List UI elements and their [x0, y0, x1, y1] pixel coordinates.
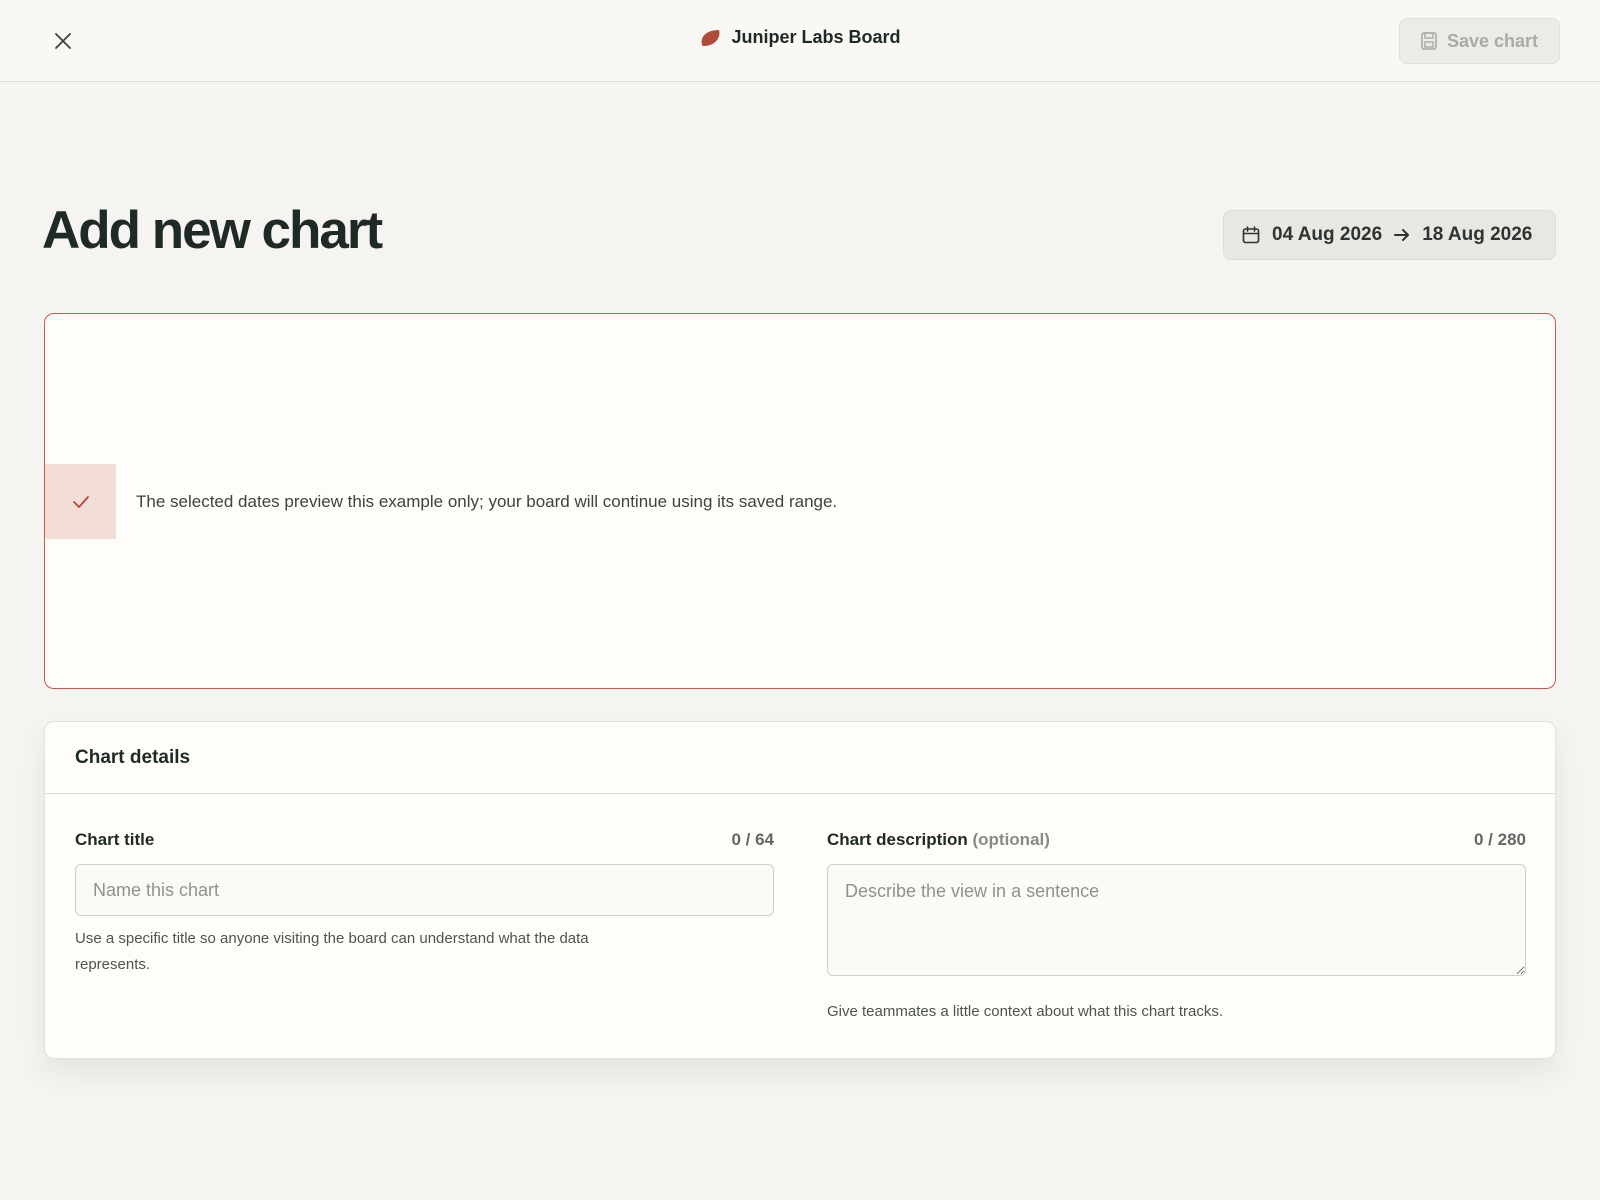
chart-details-card: Chart details Chart title 0 / 64 Use a s… [44, 721, 1556, 1059]
brand: Juniper Labs Board [0, 27, 1600, 48]
chart-title-field: Chart title 0 / 64 Use a specific title … [75, 830, 774, 978]
brand-title: Juniper Labs Board [731, 27, 901, 47]
arrow-right-icon [1394, 228, 1410, 242]
leaf-icon [702, 29, 720, 46]
chart-description-help: Give teammates a little context about wh… [827, 1003, 1224, 1020]
save-icon [1421, 32, 1437, 50]
chart-title-label: Chart title [75, 830, 155, 849]
chart-description-counter: 0 / 280 [1474, 830, 1526, 849]
top-bar: Juniper Labs Board Save chart [0, 0, 1600, 82]
chart-title-counter: 0 / 64 [731, 830, 774, 849]
chart-title-label-row: Chart title 0 / 64 [75, 830, 774, 850]
chart-preview-panel: The selected dates preview this example … [44, 313, 1556, 689]
chart-description-field: Chart description (optional) 0 / 280 Giv… [827, 830, 1526, 1025]
chart-description-label-group: Chart description (optional) [827, 830, 1050, 850]
notice-check-box [45, 464, 116, 539]
optional-tag: (optional) [972, 830, 1050, 849]
save-chart-button[interactable]: Save chart [1399, 18, 1560, 64]
calendar-icon [1242, 226, 1260, 244]
chart-details-heading: Chart details [45, 722, 1555, 794]
notice-text: The selected dates preview this example … [136, 491, 838, 511]
chart-title-input[interactable] [75, 864, 774, 916]
page-title: Add new chart [42, 201, 383, 260]
date-range-end: 18 Aug 2026 [1422, 224, 1533, 245]
save-chart-label: Save chart [1446, 30, 1539, 51]
chart-description-label: Chart description [827, 830, 968, 849]
chart-title-help: Use a specific title so anyone visiting … [75, 930, 589, 973]
date-range-picker[interactable]: 04 Aug 2026 18 Aug 2026 [1223, 210, 1556, 260]
chart-description-textarea[interactable] [827, 864, 1526, 976]
preview-notice: The selected dates preview this example … [45, 464, 945, 539]
date-range-start: 04 Aug 2026 [1272, 224, 1383, 245]
check-icon [72, 495, 89, 508]
chart-description-label-row: Chart description (optional) 0 / 280 [827, 830, 1526, 850]
